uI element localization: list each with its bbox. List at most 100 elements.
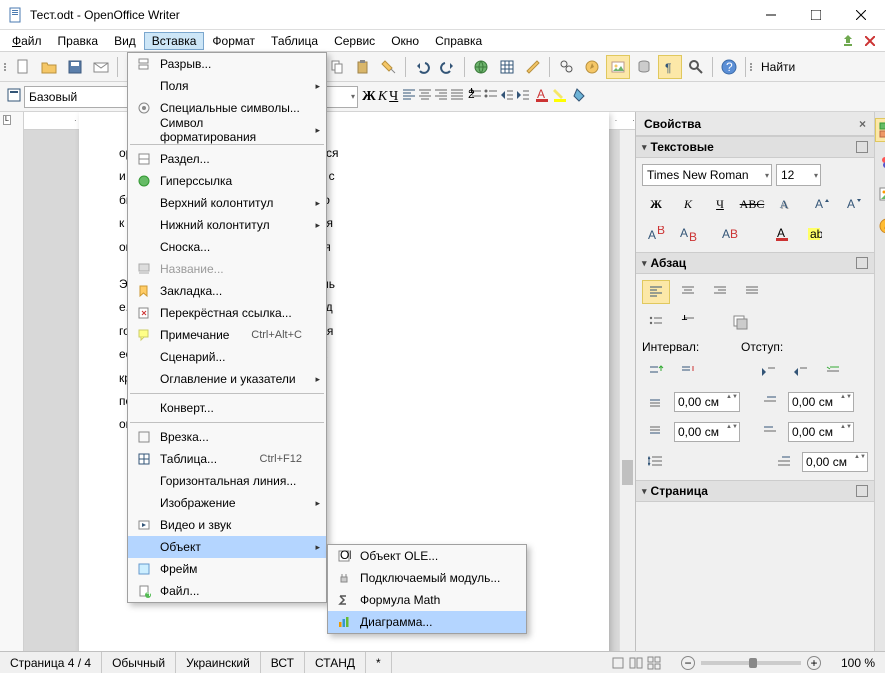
mi-hr[interactable]: Горизонтальная линия... (128, 470, 326, 492)
mi-bookmark[interactable]: Закладка... (128, 280, 326, 302)
status-selection[interactable]: СТАНД (305, 652, 366, 673)
status-page[interactable]: Страница 4 / 4 (0, 652, 102, 673)
toolbar-grip[interactable] (4, 63, 6, 71)
more-icon[interactable] (856, 485, 868, 497)
help-button[interactable]: ? (717, 55, 741, 79)
status-style[interactable]: Обычный (102, 652, 176, 673)
toolbar-grip[interactable] (750, 63, 752, 71)
align-right-button[interactable] (434, 88, 448, 105)
sidebar-bold-button[interactable]: Ж (642, 192, 670, 216)
status-language[interactable]: Украинский (176, 652, 261, 673)
space-above-spin[interactable]: 0,00 см▲▼ (674, 392, 740, 412)
mi-crossref[interactable]: Перекрёстная ссылка... (128, 302, 326, 324)
sidetab-styles[interactable] (875, 150, 885, 174)
mi-hyperlink[interactable]: Гиперссылка (128, 170, 326, 192)
menu-window[interactable]: Окно (383, 32, 427, 50)
mi-object[interactable]: Объект▸ (128, 536, 326, 558)
first-line-spin[interactable]: 0,00 см▲▼ (802, 452, 868, 472)
maximize-button[interactable] (793, 1, 838, 29)
align-center-button[interactable] (418, 88, 432, 105)
mi-header[interactable]: Верхний колонтитул▸ (128, 192, 326, 214)
undo-button[interactable] (410, 55, 434, 79)
pa-justify[interactable] (738, 280, 766, 304)
find-replace-button[interactable] (554, 55, 578, 79)
indent-left-spin[interactable]: 0,00 см▲▼ (788, 392, 854, 412)
sidebar-smallcaps-button[interactable]: AB (716, 222, 744, 246)
menu-view[interactable]: Вид (106, 32, 144, 50)
status-insert[interactable]: ВСТ (261, 652, 305, 673)
pa-bullets[interactable] (642, 310, 670, 334)
mi-script[interactable]: Сценарий... (128, 346, 326, 368)
sidebar-grow-button[interactable]: A (808, 192, 836, 216)
mi-ole[interactable]: OLEОбъект OLE... (328, 545, 526, 567)
mi-floating-frame[interactable]: Фрейм (128, 558, 326, 580)
more-icon[interactable] (856, 141, 868, 153)
sidebar-highlight-button[interactable]: ab (800, 222, 828, 246)
style-combo[interactable]: Базовый▾ (24, 86, 144, 108)
mi-fields[interactable]: Поля▸ (128, 75, 326, 97)
status-modified[interactable]: * (366, 652, 392, 673)
sidetab-properties[interactable] (875, 118, 885, 142)
format-paint-button[interactable] (377, 55, 401, 79)
mi-plugin[interactable]: Подключаемый модуль... (328, 567, 526, 589)
close-button[interactable] (838, 1, 883, 29)
menu-tools[interactable]: Сервис (326, 32, 383, 50)
sidebar-shrink-button[interactable]: A (840, 192, 868, 216)
navigator-button[interactable] (580, 55, 604, 79)
zoom-button[interactable] (684, 55, 708, 79)
underline-button[interactable]: Ч (389, 89, 398, 105)
mi-envelope[interactable]: Конверт... (128, 397, 326, 419)
bullets-button[interactable] (484, 88, 498, 105)
drawing-button[interactable] (521, 55, 545, 79)
datasources-button[interactable] (632, 55, 656, 79)
dec-spacing-button[interactable] (674, 360, 702, 384)
table-tb-button[interactable] (495, 55, 519, 79)
copy-button[interactable] (325, 55, 349, 79)
mi-image[interactable]: Изображение▸ (128, 492, 326, 514)
sidebar-size-combo[interactable]: 12▾ (776, 164, 821, 186)
new-doc-button[interactable] (11, 55, 35, 79)
paste-button[interactable] (351, 55, 375, 79)
hyperlink-tb-button[interactable] (469, 55, 493, 79)
mi-chart[interactable]: Диаграмма... (328, 611, 526, 633)
inc-indent-button[interactable] (755, 360, 783, 384)
mi-footnote[interactable]: Сноска... (128, 236, 326, 258)
pa-numbering[interactable]: 1 (674, 310, 702, 334)
sidetab-navigator[interactable] (875, 214, 885, 238)
italic-button[interactable]: К (378, 89, 387, 105)
update-icon[interactable] (838, 32, 858, 50)
dec-indent-button[interactable] (500, 88, 514, 105)
section-text[interactable]: Текстовые (636, 136, 874, 158)
sidebar-super-button[interactable]: AB (642, 222, 670, 246)
pa-right[interactable] (706, 280, 734, 304)
zoom-slider[interactable]: − + (671, 652, 831, 673)
mi-formatting[interactable]: Символ форматирования▸ (128, 119, 326, 141)
sidebar-font-combo[interactable]: Times New Roman▾ (642, 164, 772, 186)
mi-frame[interactable]: Врезка... (128, 426, 326, 448)
highlight-button[interactable] (552, 87, 568, 106)
dec-indent-button[interactable] (787, 360, 815, 384)
mi-movie[interactable]: Видео и звук (128, 514, 326, 536)
zoom-value[interactable]: 100 % (831, 652, 885, 673)
sidetab-gallery[interactable] (875, 182, 885, 206)
mi-formula[interactable]: Формула Math (328, 589, 526, 611)
close-doc-icon[interactable] (860, 32, 880, 50)
menu-file[interactable]: Файл (4, 32, 50, 50)
mi-caption[interactable]: Название... (128, 258, 326, 280)
numbering-button[interactable]: 12 (468, 88, 482, 105)
hanging-indent-button[interactable] (819, 360, 847, 384)
sidebar-sub-button[interactable]: AB (674, 222, 702, 246)
pa-center[interactable] (674, 280, 702, 304)
font-color-button[interactable]: A (534, 87, 550, 106)
section-paragraph[interactable]: Абзац (636, 252, 874, 274)
sidebar-strike-button[interactable]: ABC (738, 192, 766, 216)
menu-edit[interactable]: Правка (50, 32, 107, 50)
inc-indent-button[interactable] (516, 88, 530, 105)
align-justify-button[interactable] (450, 88, 464, 105)
section-page[interactable]: Страница (636, 480, 874, 502)
close-icon[interactable]: × (859, 117, 866, 131)
redo-button[interactable] (436, 55, 460, 79)
menu-insert[interactable]: Вставка (144, 32, 205, 50)
minimize-button[interactable] (748, 1, 793, 29)
indent-right-spin[interactable]: 0,00 см▲▼ (788, 422, 854, 442)
